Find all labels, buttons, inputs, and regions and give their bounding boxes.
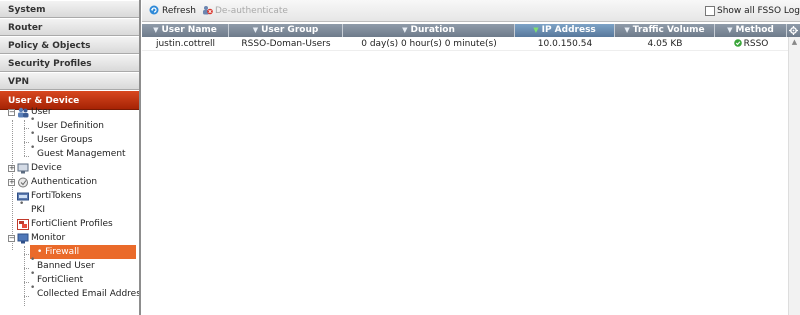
cell-user-group: RSSO-Doman-Users — [241, 39, 331, 49]
vertical-scrollbar[interactable]: ▲ — [788, 37, 800, 315]
tree-connector — [24, 156, 29, 157]
nav-category-policy-objects[interactable]: Policy & Objects — [0, 36, 139, 54]
authentication-icon — [18, 177, 28, 188]
column-header-duration[interactable]: ▼ Duration — [343, 24, 515, 37]
users-icon — [18, 107, 29, 118]
bullet-icon: • — [30, 129, 36, 139]
tree-item-user-definition[interactable]: User Definition — [37, 119, 104, 133]
column-label: User Group — [261, 25, 319, 35]
tree-item-device[interactable]: Device — [31, 161, 62, 175]
filter-icon[interactable]: ▼ — [402, 24, 407, 37]
cell-method-label: RSSO — [743, 39, 769, 49]
bullet-icon: • — [30, 255, 36, 265]
tree-connector — [24, 282, 29, 283]
table-row[interactable]: justin.cottrell RSSO-Doman-Users 0 day(s… — [142, 37, 800, 51]
column-settings[interactable] — [787, 24, 800, 37]
tree-item-monitor[interactable]: Monitor — [31, 231, 65, 245]
tree-item-user-groups[interactable]: User Groups — [37, 133, 92, 147]
tree-item-guest-management[interactable]: Guest Management — [37, 147, 126, 161]
scroll-up-icon[interactable]: ▲ — [789, 37, 800, 48]
bullet-icon: • — [30, 283, 36, 293]
tree-connector — [24, 254, 29, 255]
column-label: Duration — [410, 25, 455, 35]
tree-item-fortitokens[interactable]: FortiTokens — [31, 189, 81, 203]
cell-duration: 0 day(s) 0 hour(s) 0 minute(s) — [361, 39, 497, 49]
filter-icon[interactable]: ▼ — [153, 24, 158, 37]
main-panel: Refresh De-authenticate Show all FSSO Lo… — [142, 0, 800, 315]
deauthenticate-button[interactable]: De-authenticate — [215, 4, 288, 18]
tree-connector — [24, 128, 29, 129]
refresh-icon[interactable] — [149, 5, 159, 15]
column-label: Method — [735, 25, 774, 35]
nav-category-security-profiles[interactable]: Security Profiles — [0, 54, 139, 72]
tree-connector — [24, 142, 29, 143]
cell-method: RSSO — [715, 37, 787, 51]
settings-icon[interactable] — [789, 26, 798, 35]
device-icon — [17, 163, 29, 174]
cell-traffic-volume: 4.05 KB — [647, 39, 683, 49]
column-label: User Name — [161, 25, 217, 35]
column-label: Traffic Volume — [632, 25, 705, 35]
tree-connector — [24, 246, 25, 306]
cell-ip-address: 10.0.150.54 — [537, 39, 593, 49]
collapse-monitor-icon[interactable]: − — [8, 235, 15, 242]
tree-item-authentication[interactable]: Authentication — [31, 175, 97, 189]
bullet-icon: • — [30, 115, 36, 125]
column-label: IP Address — [541, 25, 596, 35]
monitor-icon — [17, 233, 29, 244]
column-header-method[interactable]: ▼ Method — [715, 24, 787, 37]
tree-item-forticlient[interactable]: FortiClient — [37, 273, 83, 287]
filter-icon[interactable]: ▼ — [727, 24, 732, 37]
tree-item-forticlient-profiles[interactable]: FortiClient Profiles — [31, 217, 113, 231]
filter-icon[interactable]: ▼ — [533, 24, 538, 37]
show-all-fsso-label: Show all FSSO Logons — [717, 6, 800, 16]
expand-device-icon[interactable]: + — [8, 165, 15, 172]
toolbar: Refresh De-authenticate Show all FSSO Lo… — [142, 0, 800, 22]
column-header-user-group[interactable]: ▼ User Group — [229, 24, 343, 37]
check-shield-icon — [733, 39, 742, 47]
grid-header: ▼ User Name ▼ User Group ▼ Duration ▼ IP Add… — [142, 24, 800, 37]
cell-user-name: justin.cottrell — [155, 39, 216, 49]
filter-icon[interactable]: ▼ — [624, 24, 629, 37]
expand-authentication-icon[interactable]: + — [8, 179, 15, 186]
filter-icon[interactable]: ▼ — [253, 24, 258, 37]
tree-connector — [24, 268, 29, 269]
nav-category-system[interactable]: System — [0, 0, 139, 18]
refresh-button[interactable]: Refresh — [162, 4, 196, 18]
tree-item-collected-email[interactable]: Collected Email Addresses — [37, 287, 139, 301]
left-navigation: System Router Policy & Objects Security … — [0, 0, 141, 315]
nav-category-vpn[interactable]: VPN — [0, 72, 139, 90]
show-all-fsso-checkbox[interactable] — [705, 6, 715, 16]
tree-connector — [24, 296, 29, 297]
bullet-icon: • — [30, 143, 36, 153]
tree-item-firewall-label: Firewall — [45, 247, 80, 257]
bullet-icon: • — [37, 247, 46, 257]
tree-item-banned-user[interactable]: Banned User — [37, 259, 95, 273]
forticlient-profiles-icon — [17, 219, 29, 230]
tree-item-firewall[interactable]: • Firewall — [30, 245, 136, 259]
column-header-user-name[interactable]: ▼ User Name — [142, 24, 229, 37]
nav-tree: − User • User Definition • User Groups •… — [0, 107, 139, 315]
bullet-icon: • — [19, 199, 25, 209]
bullet-icon: • — [30, 269, 36, 279]
tree-connector — [24, 120, 25, 156]
tree-item-pki[interactable]: PKI — [31, 203, 45, 217]
deauthenticate-icon — [203, 6, 213, 15]
nav-category-router[interactable]: Router — [0, 18, 139, 36]
column-header-traffic-volume[interactable]: ▼ Traffic Volume — [615, 24, 715, 37]
column-header-ip-address[interactable]: ▼ IP Address — [515, 24, 615, 37]
collapse-user-icon[interactable]: − — [8, 109, 15, 116]
